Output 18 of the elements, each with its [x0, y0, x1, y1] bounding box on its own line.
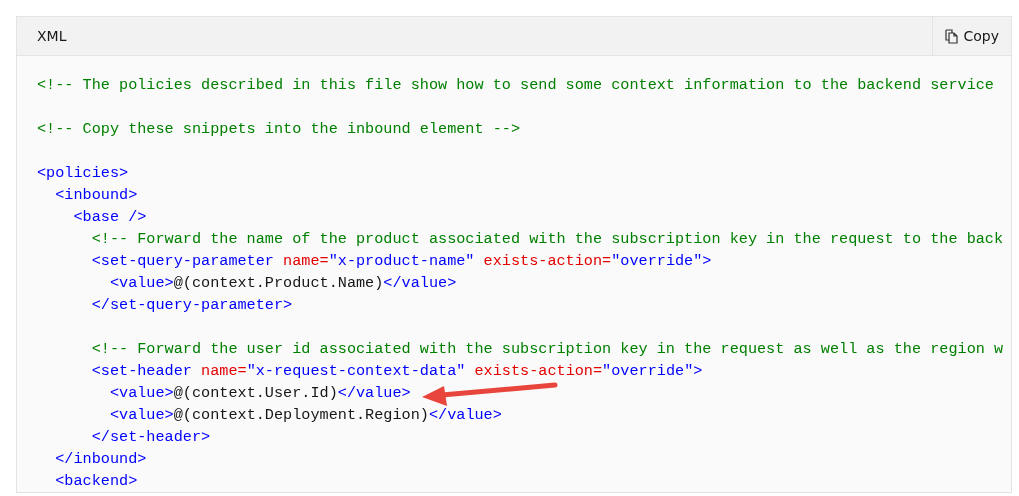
code-line: <value>@(context.Product.Name)</value>	[108, 273, 457, 294]
code-line: <!-- The policies described in this file show how to send some context information to the backend service	[37, 75, 994, 96]
code-line: </inbound>	[54, 449, 147, 470]
code-line: <value>@(context.Deployment.Region)</value>	[108, 405, 502, 426]
code-line: </set-query-parameter>	[90, 295, 293, 316]
code-line: <base />	[72, 207, 147, 228]
code-line: <value>@(context.User.Id)</value>	[108, 383, 411, 404]
code-line: <!-- Forward the user id associated with the subscription key in the request as well as the region w	[90, 339, 1004, 360]
code-line: <!-- Copy these snippets into the inbound element -->	[37, 119, 521, 140]
code-line: </set-header>	[90, 427, 211, 448]
code-line: <policies>	[37, 163, 129, 184]
code-line: <!-- Forward the name of the product associated with the subscription key in the request to the back	[90, 229, 1004, 250]
code-line: <inbound>	[54, 185, 138, 206]
code-line: <set-query-parameter name="x-product-name" exists-action="override">	[90, 251, 712, 272]
copy-icon	[945, 28, 960, 44]
code-line: <backend>	[54, 471, 138, 492]
code-line: <set-header name="x-request-context-data" exists-action="override">	[90, 361, 703, 382]
language-label: XML	[36, 28, 68, 44]
